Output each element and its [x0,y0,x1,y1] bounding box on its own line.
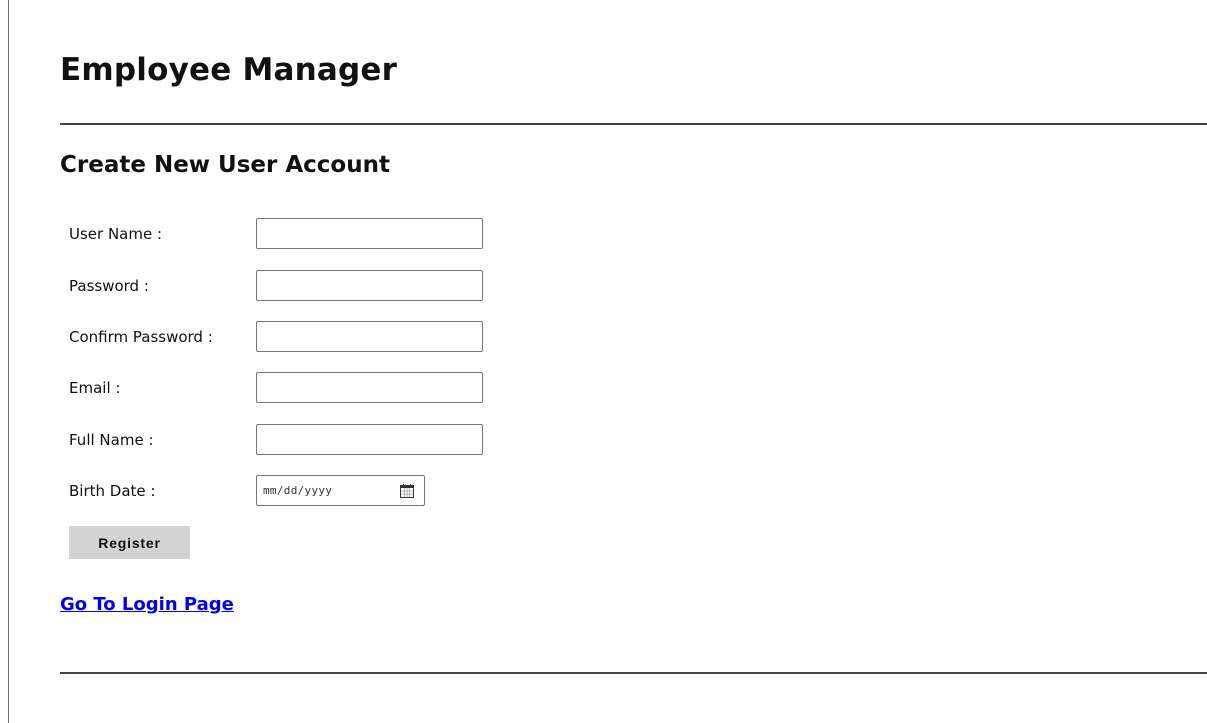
email-row: Email : [69,372,489,404]
email-label: Email : [69,379,121,397]
password-input[interactable] [256,270,483,301]
form-title: Create New User Account [60,152,390,178]
confirm-password-input[interactable] [256,321,483,352]
header-divider [60,123,1207,125]
email-input[interactable] [256,372,483,403]
password-label: Password : [69,277,149,295]
birth-date-input[interactable]: mm/dd/yyyy [256,475,425,506]
full-name-label: Full Name : [69,431,154,449]
register-button[interactable]: Register [69,526,190,559]
username-input[interactable] [256,218,483,249]
full-name-input[interactable] [256,424,483,455]
calendar-icon[interactable] [400,484,414,498]
window-edge [8,0,9,723]
app-title: Employee Manager [60,52,398,88]
page: Employee Manager Create New User Account… [0,0,1207,723]
birth-date-placeholder: mm/dd/yyyy [263,484,333,497]
go-to-login-link[interactable]: Go To Login Page [60,594,234,615]
birth-date-row: Birth Date : mm/dd/yyyy [69,475,489,507]
birth-date-label: Birth Date : [69,482,156,500]
footer-divider [60,672,1207,674]
confirm-password-label: Confirm Password : [69,328,213,346]
password-row: Password : [69,270,489,302]
full-name-row: Full Name : [69,424,489,456]
username-label: User Name : [69,225,163,243]
username-row: User Name : [69,218,489,250]
confirm-password-row: Confirm Password : [69,321,489,353]
